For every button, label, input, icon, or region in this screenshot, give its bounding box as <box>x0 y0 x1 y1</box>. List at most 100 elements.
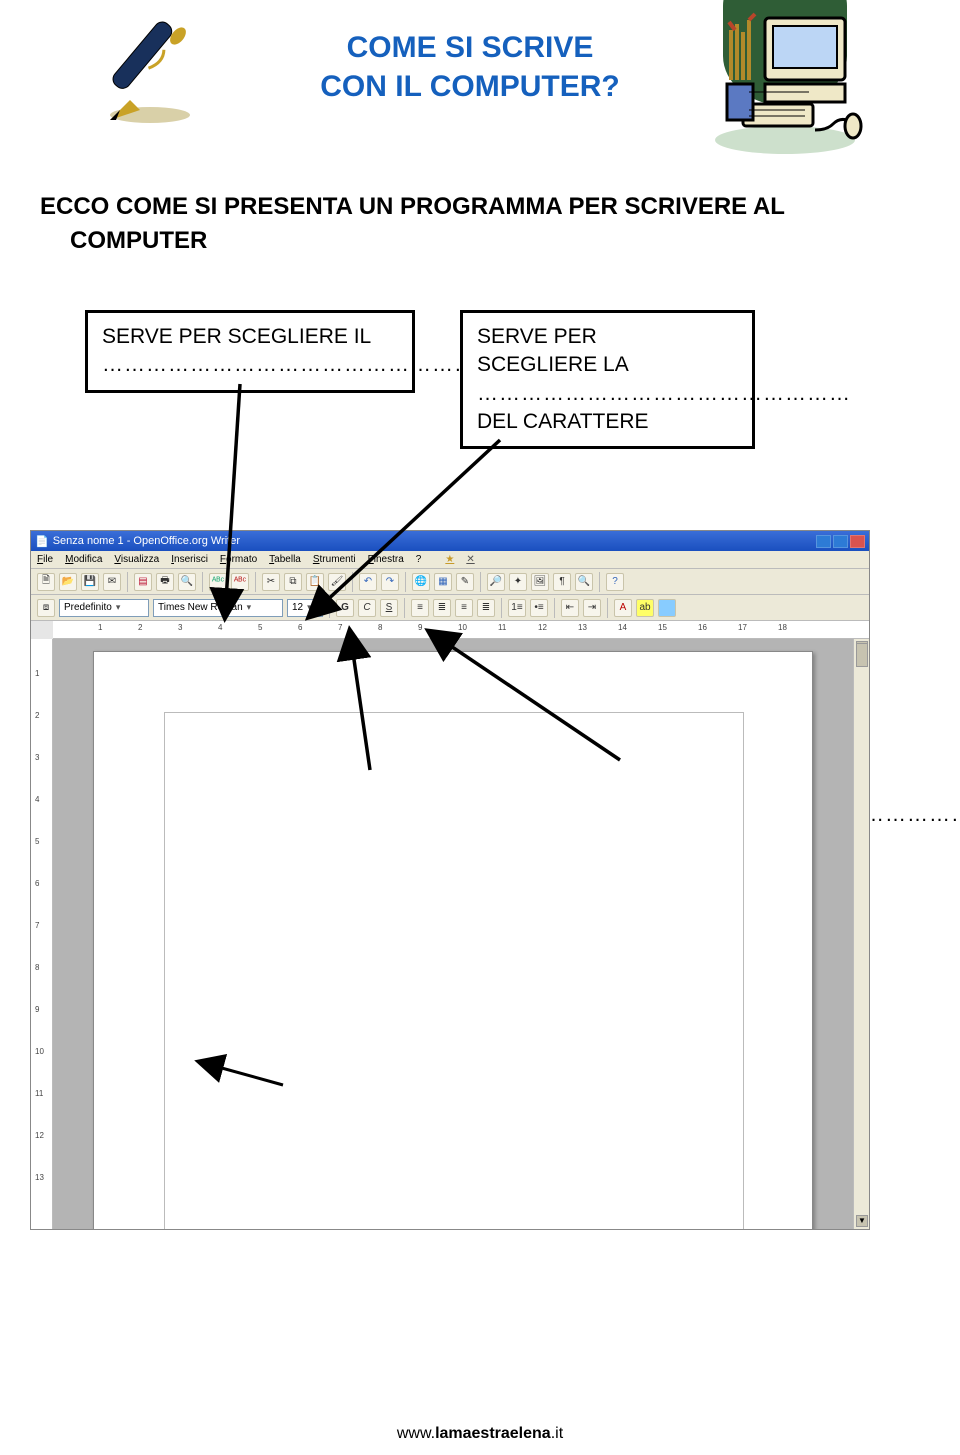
autospell-icon[interactable]: ᴬᴮᶜ <box>231 573 249 591</box>
paste-icon[interactable]: 📋 <box>306 573 324 591</box>
find-icon[interactable]: 🔎 <box>487 573 505 591</box>
close-button[interactable] <box>850 535 865 548</box>
preview-icon[interactable]: 🔍 <box>178 573 196 591</box>
print-icon[interactable]: 🖶 <box>156 573 174 591</box>
indent-icon[interactable]: ⇥ <box>583 599 601 617</box>
navigator-icon[interactable]: ✦ <box>509 573 527 591</box>
callout-size-l2: SCEGLIERE LA <box>477 351 738 379</box>
menu-insert[interactable]: Inserisci <box>171 554 208 565</box>
callout-font-l2: …………………………………………………………. <box>102 351 398 379</box>
menu-window[interactable]: Finestra <box>368 554 404 565</box>
size-select[interactable]: 12 <box>287 599 323 617</box>
horizontal-ruler: 123456789101112131415161718 <box>53 621 869 639</box>
cut-icon[interactable]: ✂ <box>262 573 280 591</box>
zoom-icon[interactable]: 🔍 <box>575 573 593 591</box>
window-title: Senza nome 1 - OpenOffice.org Writer <box>53 535 240 547</box>
ruler-mark: 15 <box>658 623 667 632</box>
intro-text: ECCO COME SI PRESENTA UN PROGRAMMA PER S… <box>40 190 785 257</box>
callout-size-l1: SERVE PER <box>477 323 738 351</box>
intro-line1: ECCO COME SI PRESENTA UN PROGRAMMA PER S… <box>40 190 785 224</box>
callout-font-l1: SERVE PER SCEGLIERE IL <box>102 323 398 351</box>
save-icon[interactable]: 💾 <box>81 573 99 591</box>
document-area: 12345678910111213 <box>31 639 869 1230</box>
page-margin-box <box>164 712 744 1230</box>
ruler-mark: 13 <box>578 623 587 632</box>
vruler-mark: 4 <box>35 795 39 804</box>
callout-size-l3: …………………………………………… <box>477 380 738 408</box>
page <box>93 651 813 1230</box>
star-icon: ★ <box>445 554 454 565</box>
styles-icon[interactable]: ⧈ <box>37 599 55 617</box>
bold-button[interactable]: G <box>336 599 354 617</box>
ruler-mark: 18 <box>778 623 787 632</box>
ruler-mark: 8 <box>378 623 382 632</box>
vruler-mark: 10 <box>35 1047 44 1056</box>
undo-icon[interactable]: ↶ <box>359 573 377 591</box>
header: COME SI SCRIVE CON IL COMPUTER? <box>0 0 960 170</box>
window-titlebar: 📄 Senza nome 1 - OpenOffice.org Writer <box>31 531 869 551</box>
align-center-icon[interactable]: ≣ <box>433 599 451 617</box>
font-color-icon[interactable]: A <box>614 599 632 617</box>
vruler-mark: 5 <box>35 837 39 846</box>
menu-table[interactable]: Tabella <box>269 554 301 565</box>
scroll-down-icon[interactable]: ▼ <box>856 1215 868 1227</box>
menu-help[interactable]: ? <box>416 554 422 565</box>
bgcolor-icon[interactable] <box>658 599 676 617</box>
copy-icon[interactable]: ⧉ <box>284 573 302 591</box>
hyperlink-icon[interactable]: 🌐 <box>412 573 430 591</box>
writer-screenshot: 📄 Senza nome 1 - OpenOffice.org Writer F… <box>30 530 870 1230</box>
intro-line2: COMPUTER <box>40 224 785 258</box>
scroll-thumb[interactable] <box>856 643 868 667</box>
ruler-mark: 2 <box>138 623 142 632</box>
vruler-mark: 13 <box>35 1173 44 1182</box>
callout-size: SERVE PER SCEGLIERE LA ……………………………………………… <box>460 310 755 449</box>
minimize-button[interactable] <box>816 535 831 548</box>
bullet-list-icon[interactable]: •≡ <box>530 599 548 617</box>
help-icon[interactable]: ? <box>606 573 624 591</box>
brush-icon[interactable]: 🖌 <box>328 573 346 591</box>
menu-format[interactable]: Formato <box>220 554 257 565</box>
numbered-list-icon[interactable]: 1≡ <box>508 599 526 617</box>
vruler-mark: 9 <box>35 1005 39 1014</box>
menu-file[interactable]: File <box>37 554 53 565</box>
font-select[interactable]: Times New Roman <box>153 599 283 617</box>
vruler-mark: 7 <box>35 921 39 930</box>
computer-icon <box>705 0 865 160</box>
open-icon[interactable]: 📂 <box>59 573 77 591</box>
mail-icon[interactable]: ✉ <box>103 573 121 591</box>
ruler-mark: 4 <box>218 623 222 632</box>
align-justify-icon[interactable]: ≣ <box>477 599 495 617</box>
close-doc-icon[interactable]: ✕ <box>466 554 474 565</box>
vruler-mark: 11 <box>35 1089 43 1098</box>
new-icon[interactable]: 🗎 <box>37 573 55 591</box>
ruler-mark: 12 <box>538 623 547 632</box>
pdf-icon[interactable]: ▤ <box>134 573 152 591</box>
vruler-mark: 12 <box>35 1131 44 1140</box>
vruler-mark: 8 <box>35 963 39 972</box>
highlight-icon[interactable]: ab <box>636 599 654 617</box>
computer-illustration <box>705 0 865 160</box>
vertical-ruler: 12345678910111213 <box>31 639 53 1230</box>
underline-button[interactable]: S <box>380 599 398 617</box>
ruler-mark: 6 <box>298 623 302 632</box>
style-select[interactable]: Predefinito <box>59 599 149 617</box>
ruler-mark: 9 <box>418 623 422 632</box>
nonprint-icon[interactable]: ¶ <box>553 573 571 591</box>
scrollbar[interactable]: ▲ ▼ <box>853 639 869 1229</box>
align-right-icon[interactable]: ≡ <box>455 599 473 617</box>
spellcheck-icon[interactable]: ᴬᴮᶜ <box>209 573 227 591</box>
menu-edit[interactable]: Modifica <box>65 554 102 565</box>
maximize-button[interactable] <box>833 535 848 548</box>
title-line1: COME SI SCRIVE <box>270 28 670 67</box>
align-left-icon[interactable]: ≡ <box>411 599 429 617</box>
gallery-icon[interactable]: 🖼 <box>531 573 549 591</box>
draw-icon[interactable]: ✎ <box>456 573 474 591</box>
dedent-icon[interactable]: ⇤ <box>561 599 579 617</box>
menu-tools[interactable]: Strumenti <box>313 554 356 565</box>
menu-view[interactable]: Visualizza <box>114 554 159 565</box>
italic-button[interactable]: C <box>358 599 376 617</box>
redo-icon[interactable]: ↷ <box>381 573 399 591</box>
table-icon[interactable]: ▦ <box>434 573 452 591</box>
ruler-mark: 3 <box>178 623 182 632</box>
vruler-mark: 6 <box>35 879 39 888</box>
